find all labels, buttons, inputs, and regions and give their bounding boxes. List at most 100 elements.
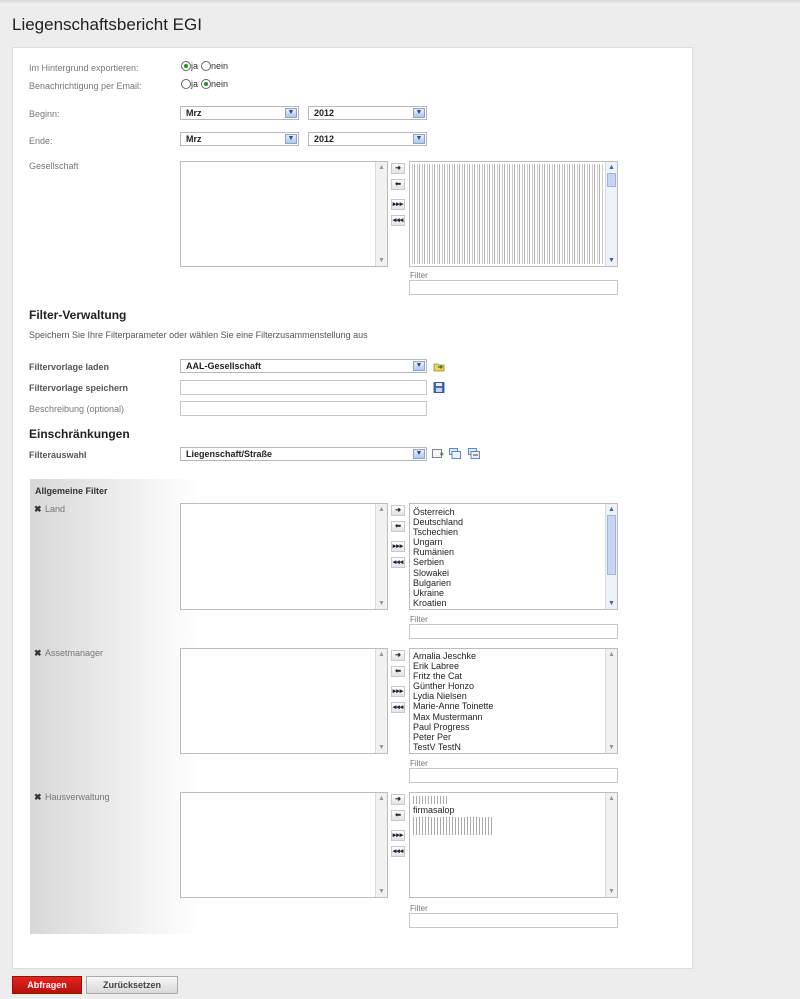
list-item[interactable]: Österreich bbox=[410, 507, 617, 517]
filterauswahl-label: Filterauswahl bbox=[29, 450, 87, 460]
scrollbar[interactable]: ▲ ▼ bbox=[605, 504, 617, 609]
move-all-left-button[interactable]: ◂◂◂ bbox=[391, 215, 405, 226]
move-all-left-button[interactable]: ◂◂◂ bbox=[391, 846, 405, 857]
scrollbar[interactable]: ▲ ▼ bbox=[375, 793, 387, 897]
list-item[interactable]: Rumänien bbox=[410, 547, 617, 557]
assetmanager-filter-input[interactable] bbox=[409, 768, 618, 783]
list-item[interactable]: Bulgarien bbox=[410, 578, 617, 588]
list-item[interactable]: Fritz the Cat bbox=[410, 671, 617, 681]
filtervorlage-save-input[interactable] bbox=[180, 380, 427, 395]
land-filter-input[interactable] bbox=[409, 624, 618, 639]
background-export-no-radio[interactable] bbox=[201, 60, 212, 71]
move-right-button[interactable]: ➜ bbox=[391, 794, 405, 805]
scroll-down-icon[interactable]: ▼ bbox=[377, 743, 386, 752]
scrollbar[interactable]: ▲ ▼ bbox=[605, 649, 617, 753]
remove-assetmanager-icon[interactable]: ✖ bbox=[34, 648, 42, 659]
list-item[interactable]: Ungarn bbox=[410, 537, 617, 547]
hausverwaltung-filter-input[interactable] bbox=[409, 913, 618, 928]
beschreibung-input[interactable] bbox=[180, 401, 427, 416]
list-item[interactable]: Deutschland bbox=[410, 517, 617, 527]
scrollbar[interactable]: ▲ ▼ bbox=[375, 504, 387, 609]
hausverwaltung-available-list[interactable]: ▲ ▼ bbox=[180, 792, 388, 898]
scroll-up-icon[interactable]: ▲ bbox=[607, 794, 616, 803]
move-all-left-button[interactable]: ◂◂◂ bbox=[391, 557, 405, 568]
gesellschaft-selected-list[interactable]: ▲ ▼ bbox=[409, 161, 618, 267]
list-item[interactable]: Günther Honzo bbox=[410, 681, 617, 691]
scroll-up-icon[interactable]: ▲ bbox=[607, 650, 616, 659]
scroll-thumb[interactable] bbox=[607, 173, 616, 187]
assetmanager-available-list[interactable]: ▲ ▼ bbox=[180, 648, 388, 754]
list-item[interactable]: Amalia Jeschke bbox=[410, 651, 617, 661]
list-item[interactable]: TestV TestN bbox=[410, 742, 617, 752]
email-notification-yes-radio[interactable] bbox=[181, 78, 191, 89]
scroll-down-icon[interactable]: ▼ bbox=[377, 256, 386, 265]
scroll-up-icon[interactable]: ▲ bbox=[607, 163, 616, 172]
list-item[interactable]: Max Mustermann bbox=[410, 712, 617, 722]
move-all-right-button[interactable]: ▸▸▸ bbox=[391, 830, 405, 841]
copy-filter-icon[interactable] bbox=[449, 448, 461, 459]
scroll-thumb[interactable] bbox=[607, 515, 616, 575]
move-all-right-button[interactable]: ▸▸▸ bbox=[391, 541, 405, 552]
remove-land-icon[interactable]: ✖ bbox=[34, 504, 42, 515]
scroll-up-icon[interactable]: ▲ bbox=[377, 505, 386, 514]
move-all-left-button[interactable]: ◂◂◂ bbox=[391, 702, 405, 713]
move-left-button[interactable]: ⬅ bbox=[391, 521, 405, 532]
scrollbar[interactable]: ▲ ▼ bbox=[605, 793, 617, 897]
folder-load-icon[interactable] bbox=[433, 361, 445, 372]
move-right-button[interactable]: ➜ bbox=[391, 505, 405, 516]
gesellschaft-available-list[interactable]: ▲ ▼ bbox=[180, 161, 388, 267]
scroll-down-icon[interactable]: ▼ bbox=[377, 887, 386, 896]
radio-no-label: nein bbox=[211, 60, 229, 71]
move-left-button[interactable]: ⬅ bbox=[391, 666, 405, 677]
radio-yes-label: ja bbox=[191, 60, 199, 71]
scroll-down-icon[interactable]: ▼ bbox=[607, 743, 616, 752]
list-item[interactable]: Peter Per bbox=[410, 732, 617, 742]
move-left-button[interactable]: ⬅ bbox=[391, 179, 405, 190]
move-left-button[interactable]: ⬅ bbox=[391, 810, 405, 821]
scroll-up-icon[interactable]: ▲ bbox=[377, 794, 386, 803]
list-item[interactable]: Serbien bbox=[410, 557, 617, 567]
scrollbar[interactable]: ▲ ▼ bbox=[375, 162, 387, 266]
land-available-list[interactable]: ▲ ▼ bbox=[180, 503, 388, 610]
scroll-up-icon[interactable]: ▲ bbox=[377, 650, 386, 659]
list-item[interactable]: Slowakei bbox=[410, 568, 617, 578]
filtervorlage-select[interactable]: AAL-Gesellschaft ▼ bbox=[180, 359, 427, 373]
abfragen-button[interactable]: Abfragen bbox=[12, 976, 82, 994]
floppy-disk-icon[interactable] bbox=[433, 382, 445, 393]
background-export-yes-radio[interactable] bbox=[181, 60, 191, 71]
land-selected-list[interactable]: Österreich Deutschland Tschechien Ungarn… bbox=[409, 503, 618, 610]
add-filter-icon[interactable] bbox=[432, 448, 444, 459]
list-item[interactable]: Erik Labree bbox=[410, 661, 617, 671]
list-item[interactable]: Tschechien bbox=[410, 527, 617, 537]
filter-set-icon[interactable] bbox=[468, 448, 480, 459]
hausverwaltung-selected-list[interactable]: firmasalop ▲ ▼ bbox=[409, 792, 618, 898]
scroll-down-icon[interactable]: ▼ bbox=[607, 599, 616, 608]
move-all-right-button[interactable]: ▸▸▸ bbox=[391, 686, 405, 697]
scroll-up-icon[interactable]: ▲ bbox=[607, 505, 616, 514]
beginn-year-select[interactable]: 2012 ▼ bbox=[308, 106, 427, 120]
scrollbar[interactable]: ▲ ▼ bbox=[375, 649, 387, 753]
ende-year-select[interactable]: 2012 ▼ bbox=[308, 132, 427, 146]
zuruecksetzen-button[interactable]: Zurücksetzen bbox=[86, 976, 178, 994]
move-right-button[interactable]: ➜ bbox=[391, 163, 405, 174]
email-notification-no-radio[interactable] bbox=[201, 78, 212, 89]
list-item[interactable]: Kroatien bbox=[410, 598, 617, 608]
gesellschaft-filter-input[interactable] bbox=[409, 280, 618, 295]
list-item[interactable]: Paul Progress bbox=[410, 722, 617, 732]
beginn-month-select[interactable]: Mrz ▼ bbox=[180, 106, 299, 120]
scroll-down-icon[interactable]: ▼ bbox=[377, 599, 386, 608]
list-item[interactable]: firmasalop bbox=[410, 805, 455, 815]
assetmanager-selected-list[interactable]: Amalia Jeschke Erik Labree Fritz the Cat… bbox=[409, 648, 618, 754]
remove-hausverwaltung-icon[interactable]: ✖ bbox=[34, 792, 42, 803]
scrollbar[interactable]: ▲ ▼ bbox=[605, 162, 617, 266]
list-item[interactable]: Ukraine bbox=[410, 588, 617, 598]
move-right-button[interactable]: ➜ bbox=[391, 650, 405, 661]
scroll-up-icon[interactable]: ▲ bbox=[377, 163, 386, 172]
scroll-down-icon[interactable]: ▼ bbox=[607, 887, 616, 896]
list-item[interactable]: Lydia Nielsen bbox=[410, 691, 617, 701]
ende-month-select[interactable]: Mrz ▼ bbox=[180, 132, 299, 146]
filterauswahl-select[interactable]: Liegenschaft/Straße ▼ bbox=[180, 447, 427, 461]
scroll-down-icon[interactable]: ▼ bbox=[607, 256, 616, 265]
move-all-right-button[interactable]: ▸▸▸ bbox=[391, 199, 405, 210]
list-item[interactable]: Marie-Anne Toinette bbox=[410, 701, 617, 711]
